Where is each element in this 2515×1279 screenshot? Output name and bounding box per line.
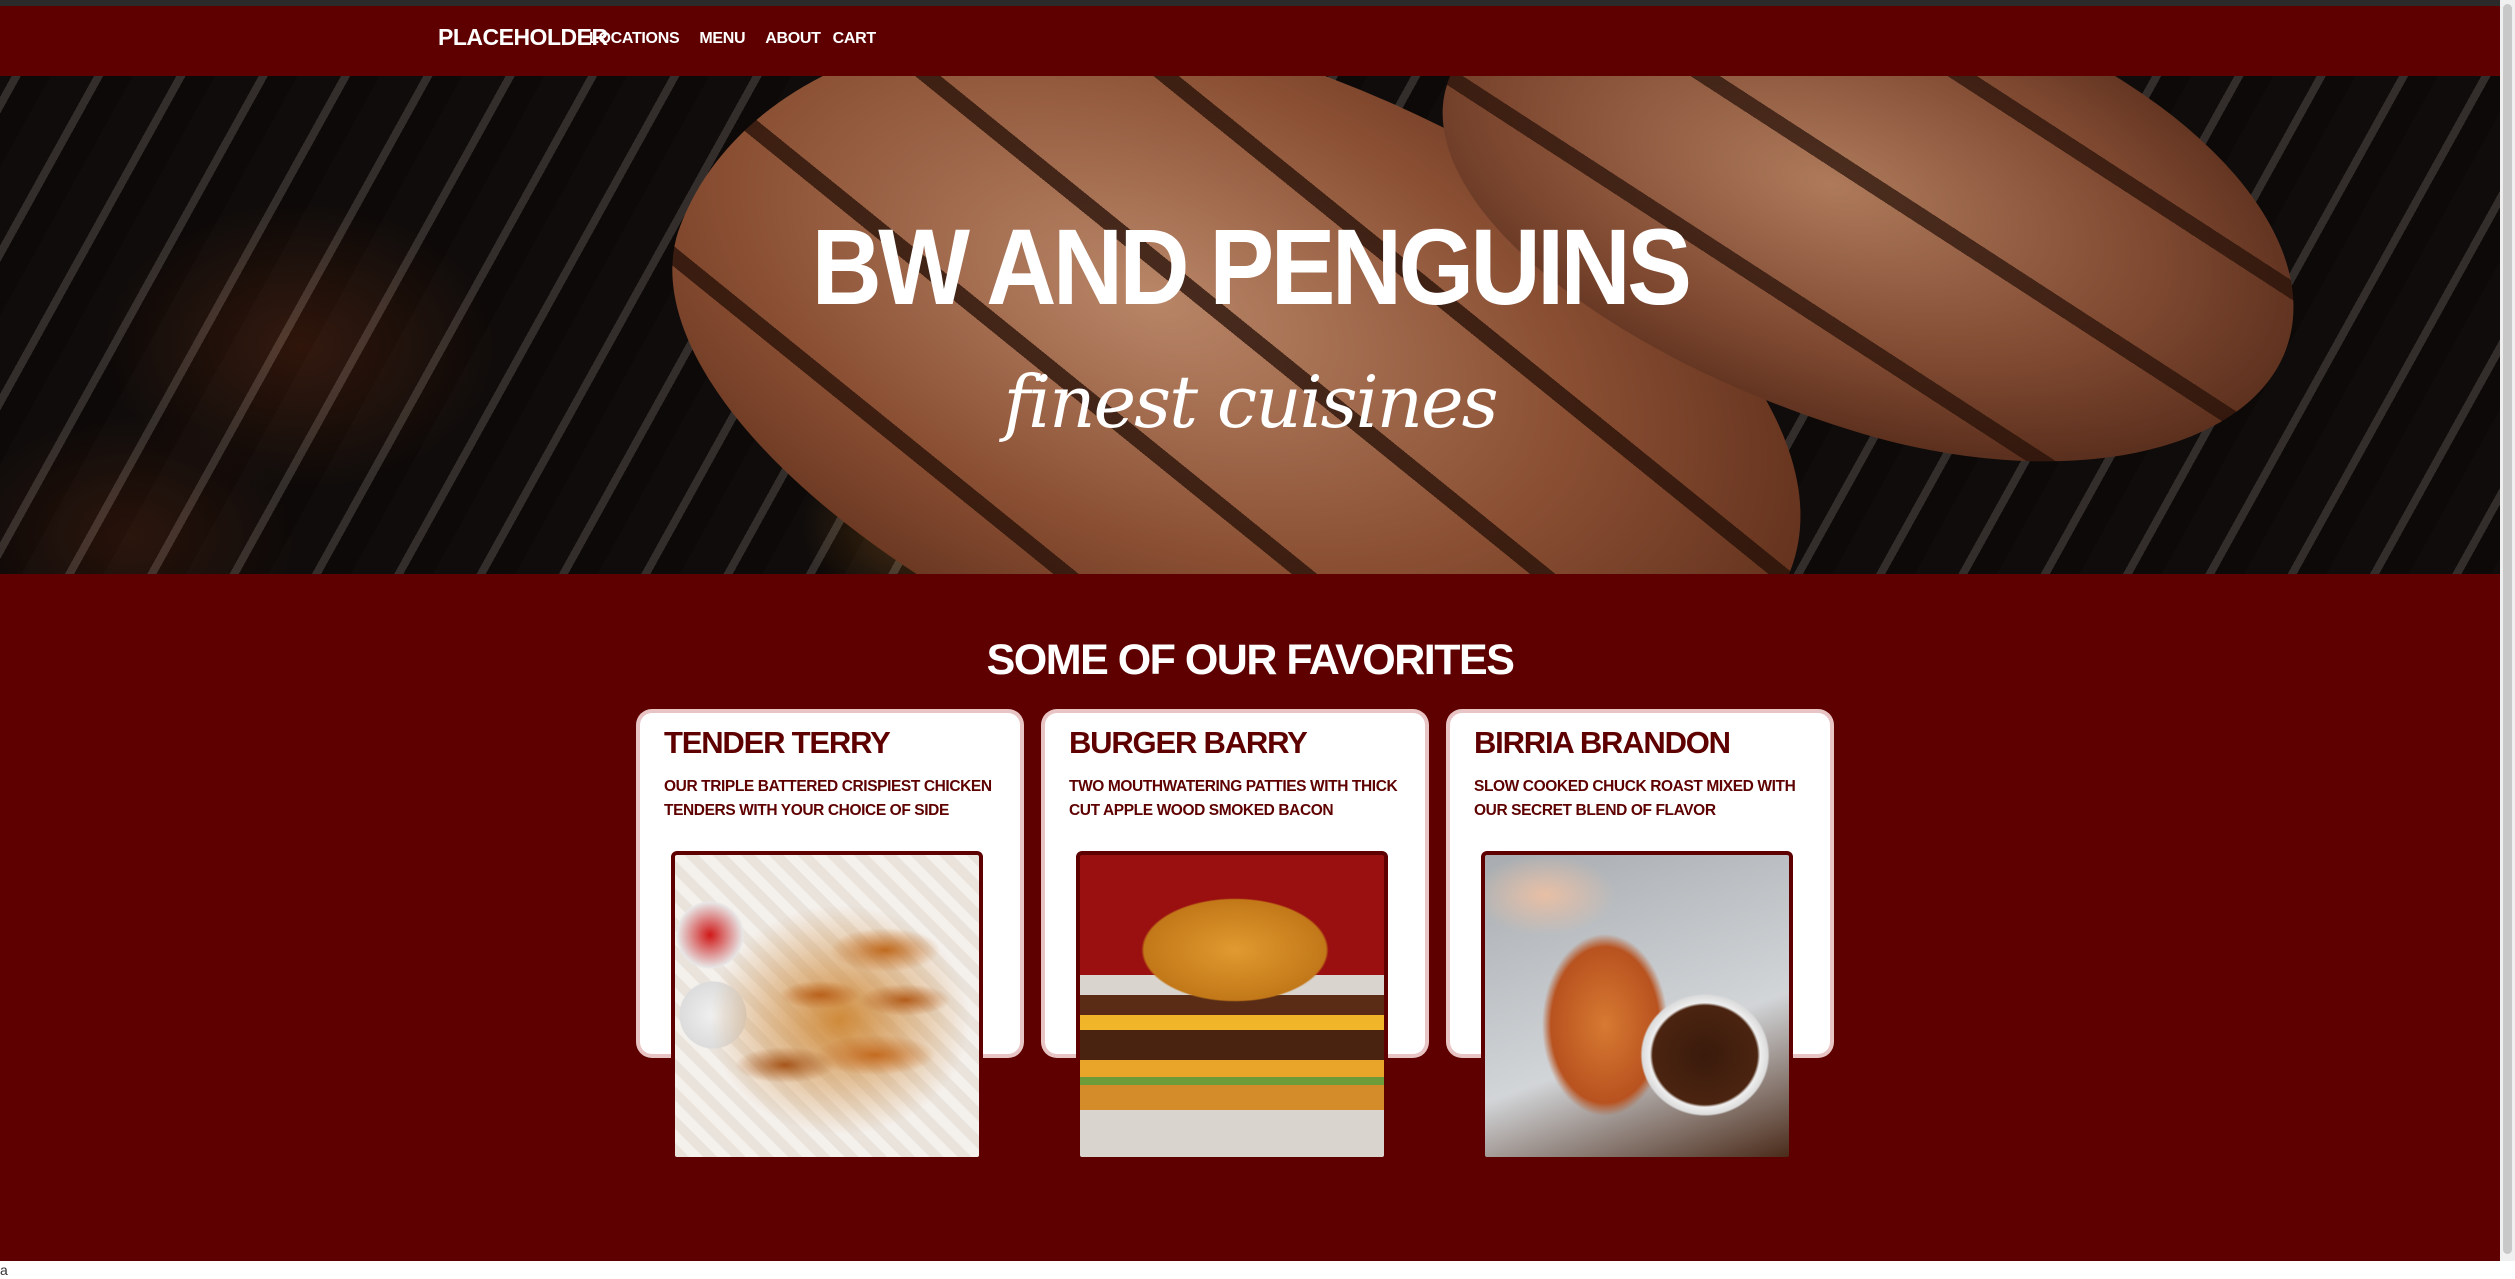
card-title: TENDER TERRY: [664, 725, 891, 760]
favorite-card-tender-terry[interactable]: TENDER TERRY OUR TRIPLE BATTERED CRISPIE…: [640, 713, 1020, 1161]
nav-link-cart[interactable]: CART: [833, 30, 877, 48]
nav-link-menu[interactable]: MENU: [699, 30, 745, 48]
birria-tacos-image: [1481, 851, 1793, 1161]
nav-link-locations[interactable]: LOCATIONS: [589, 30, 680, 48]
hero-subtitle: finest cuisines: [1003, 360, 1498, 444]
scrollbar-thumb[interactable]: [2503, 4, 2512, 1254]
footer-text: a: [0, 1262, 8, 1278]
top-navbar: PLACEHOLDER LOCATIONS MENU ABOUT CART: [0, 6, 2500, 76]
hero-title: BW AND PENGUINS: [811, 206, 1692, 327]
card-description: TWO MOUTHWATERING PATTIES WITH THICK CUT…: [1069, 778, 1398, 819]
favorites-heading: SOME OF OUR FAVORITES: [986, 636, 1515, 684]
favorite-card-burger-barry[interactable]: BURGER BARRY TWO MOUTHWATERING PATTIES W…: [1045, 713, 1425, 1161]
hero-banner: BW AND PENGUINS finest cuisines: [0, 76, 2500, 574]
favorite-card-birria-brandon[interactable]: BIRRIA BRANDON SLOW COOKED CHUCK ROAST M…: [1450, 713, 1830, 1161]
favorites-section: SOME OF OUR FAVORITES TENDER TERRY OUR T…: [0, 574, 2500, 1261]
chicken-tenders-image: [671, 851, 983, 1161]
page-scrollbar[interactable]: [2500, 0, 2515, 1261]
card-description: OUR TRIPLE BATTERED CRISPIEST CHICKEN TE…: [664, 778, 992, 819]
burger-image: [1076, 851, 1388, 1161]
brand-logo[interactable]: PLACEHOLDER: [438, 24, 608, 51]
nav-links: LOCATIONS MENU ABOUT CART: [589, 30, 876, 48]
nav-link-about[interactable]: ABOUT: [765, 30, 821, 48]
card-title: BURGER BARRY: [1069, 725, 1308, 760]
card-description: SLOW COOKED CHUCK ROAST MIXED WITH OUR S…: [1474, 778, 1796, 819]
card-title: BIRRIA BRANDON: [1474, 725, 1731, 760]
